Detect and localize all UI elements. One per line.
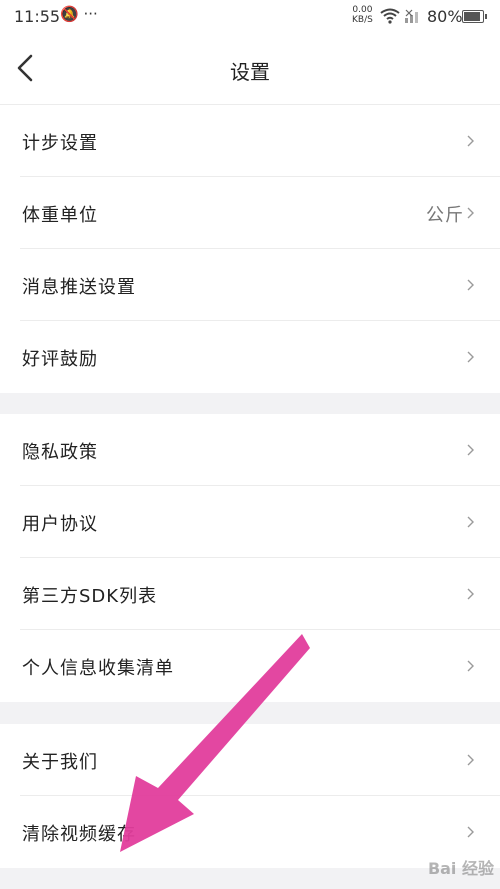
chevron-right-icon [467,444,474,456]
network-speed-value: 0.00 [352,5,373,15]
status-time: 11:55 [14,7,61,26]
page-title: 设置 [230,60,270,84]
setting-label: 用户协议 [22,514,98,535]
setting-label: 清除视频缓存 [22,824,136,845]
chevron-right-icon [467,826,474,838]
chevron-right-icon [467,135,474,147]
setting-row-clear-video-cache[interactable]: 清除视频缓存 [0,796,500,868]
setting-row-privacy-policy[interactable]: 隐私政策 [0,414,500,486]
chevron-right-icon [467,207,474,219]
wifi-icon [380,8,400,24]
chevron-right-icon [467,516,474,528]
setting-row-sdk-list[interactable]: 第三方SDK列表 [0,558,500,630]
settings-group-about: 关于我们 清除视频缓存 [0,724,500,868]
setting-row-about-us[interactable]: 关于我们 [0,724,500,796]
battery-percent: 80% [427,7,463,26]
setting-label: 消息推送设置 [22,277,136,298]
network-speed-unit: KB/S [352,15,373,25]
settings-group-general: 计步设置 体重单位 公斤 消息推送设置 好评鼓励 [0,105,500,393]
network-speed: 0.00 KB/S [352,5,373,25]
setting-label: 计步设置 [22,133,98,154]
setting-row-user-agreement[interactable]: 用户协议 [0,486,500,558]
battery-icon [462,10,487,23]
status-bar: 11:55 🔕 ··· 0.00 KB/S 80% [0,0,500,34]
header: 设置 [0,34,500,105]
chevron-right-icon [467,660,474,672]
chevron-right-icon [467,279,474,291]
setting-label: 个人信息收集清单 [22,658,174,679]
setting-label: 隐私政策 [22,442,98,463]
setting-value: 公斤 [426,205,464,226]
setting-row-step-settings[interactable]: 计步设置 [0,105,500,177]
setting-row-rate-us[interactable]: 好评鼓励 [0,321,500,393]
setting-row-weight-unit[interactable]: 体重单位 公斤 [0,177,500,249]
setting-label: 第三方SDK列表 [22,586,158,607]
setting-row-push-settings[interactable]: 消息推送设置 [0,249,500,321]
setting-label: 体重单位 [22,205,98,226]
watermark: Bai 经验 [427,859,494,878]
notification-muted-icon: 🔕 ··· [60,5,98,23]
setting-label: 好评鼓励 [22,349,98,370]
chevron-right-icon [467,588,474,600]
setting-label: 关于我们 [22,752,98,773]
chevron-right-icon [467,754,474,766]
settings-group-legal: 隐私政策 用户协议 第三方SDK列表 个人信息收集清单 [0,414,500,702]
setting-row-personal-info-list[interactable]: 个人信息收集清单 [0,630,500,702]
signal-icon [405,9,418,23]
chevron-right-icon [467,351,474,363]
